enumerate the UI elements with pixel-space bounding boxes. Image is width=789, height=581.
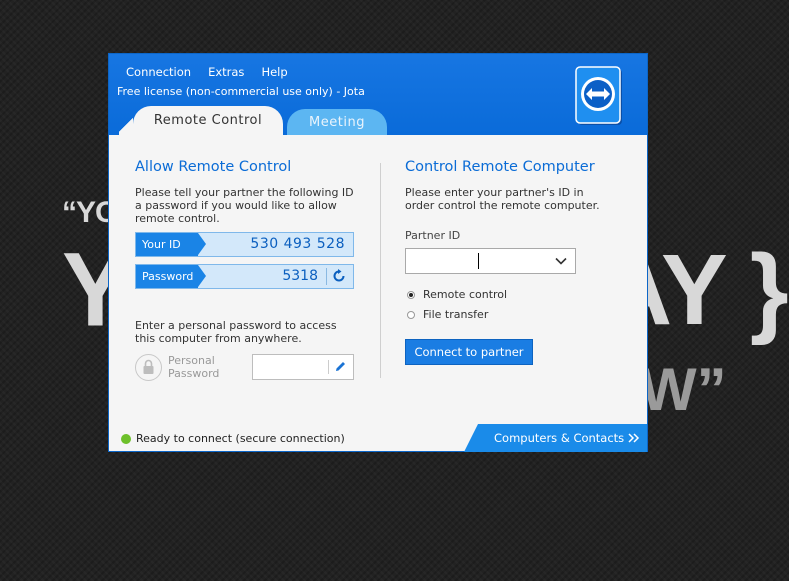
- computers-contacts-button[interactable]: Computers & Contacts: [464, 424, 647, 452]
- computers-contacts-label: Computers & Contacts: [494, 431, 625, 445]
- allow-remote-description: Please tell your partner the following I…: [135, 186, 354, 225]
- password-value[interactable]: 5318: [282, 268, 318, 284]
- connect-to-partner-button[interactable]: Connect to partner: [405, 339, 533, 365]
- double-chevron-right-icon: [628, 433, 640, 443]
- refresh-icon[interactable]: [331, 268, 347, 284]
- menu-connection[interactable]: Connection: [126, 65, 191, 79]
- menu-extras[interactable]: Extras: [208, 65, 244, 79]
- allow-remote-control-title: Allow Remote Control: [135, 159, 292, 175]
- tab-remote-control[interactable]: Remote Control: [119, 106, 283, 135]
- teamviewer-logo-icon: [575, 66, 622, 125]
- personal-password-separator: [328, 360, 329, 374]
- your-id-label: Your ID: [136, 233, 206, 256]
- column-divider: [380, 163, 381, 378]
- lock-icon: [135, 354, 162, 381]
- your-id-box: Your ID 530 493 528: [135, 232, 354, 257]
- chevron-down-icon[interactable]: [555, 256, 567, 266]
- text-caret: [478, 253, 479, 269]
- password-label: Password: [136, 265, 206, 288]
- radio-remote-control-indicator[interactable]: [407, 290, 415, 299]
- pencil-icon[interactable]: [334, 360, 347, 373]
- radio-remote-control[interactable]: Remote control: [407, 288, 507, 301]
- background-quote-end-text: W”: [640, 356, 727, 423]
- menu-bar: Connection Extras Help: [126, 65, 305, 79]
- window-header: Connection Extras Help Free license (non…: [109, 54, 647, 135]
- personal-password-input[interactable]: [252, 354, 354, 380]
- teamviewer-window: Connection Extras Help Free license (non…: [108, 53, 648, 452]
- menu-help[interactable]: Help: [261, 65, 287, 79]
- control-remote-description: Please enter your partner's ID in order …: [405, 186, 600, 212]
- radio-file-transfer-indicator[interactable]: [407, 310, 415, 319]
- control-remote-computer-title: Control Remote Computer: [405, 159, 595, 175]
- radio-file-transfer[interactable]: File transfer: [407, 308, 488, 321]
- personal-password-label: Personal Password: [168, 354, 220, 380]
- partner-id-label: Partner ID: [405, 229, 461, 242]
- tab-meeting[interactable]: Meeting: [287, 109, 387, 135]
- password-separator: [326, 268, 327, 285]
- your-id-value[interactable]: 530 493 528: [250, 236, 345, 252]
- personal-password-description: Enter a personal password to access this…: [135, 319, 337, 345]
- license-text: Free license (non-commercial use only) -…: [117, 85, 365, 98]
- radio-remote-control-label: Remote control: [423, 288, 508, 301]
- password-box: Password 5318: [135, 264, 354, 289]
- partner-id-combobox[interactable]: [405, 248, 576, 274]
- status-indicator-icon: [121, 434, 131, 444]
- radio-file-transfer-label: File transfer: [423, 308, 489, 321]
- status-text: Ready to connect (secure connection): [136, 432, 345, 445]
